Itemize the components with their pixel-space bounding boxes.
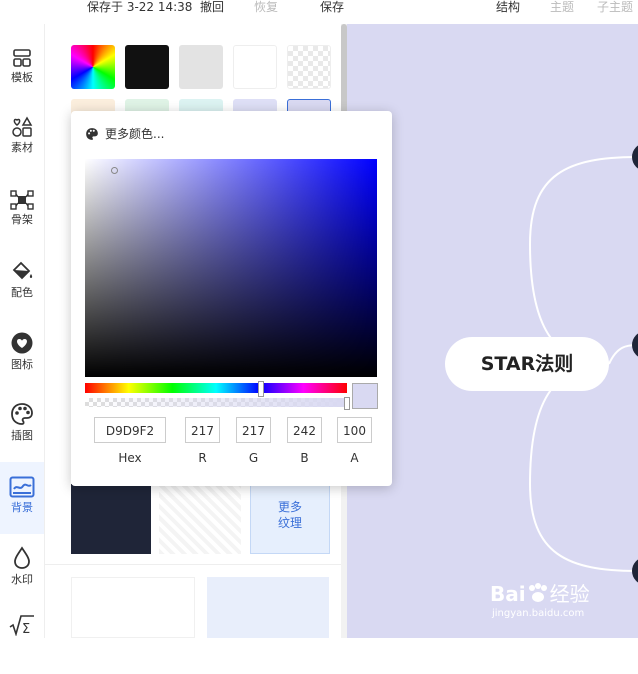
swatch-gray[interactable]	[179, 45, 223, 89]
swatch-rainbow[interactable]	[71, 45, 115, 89]
alpha-slider-thumb[interactable]	[344, 397, 350, 410]
a-input[interactable]: 100	[337, 417, 372, 443]
g-input[interactable]: 217	[236, 417, 271, 443]
paint-bucket-icon	[12, 261, 33, 280]
illustration-card-2[interactable]	[207, 577, 329, 638]
more-texture-button[interactable]: 更多 纹理	[250, 484, 330, 554]
illustration-card-1[interactable]	[71, 577, 195, 638]
shapes-icon	[12, 116, 33, 137]
r-input[interactable]: 217	[185, 417, 220, 443]
sidebar-item-label: 骨架	[11, 213, 33, 226]
palette-icon	[11, 403, 33, 425]
save-status: 保存于 3-22 14:38	[87, 0, 193, 14]
sidebar-item-template[interactable]: 模板	[0, 42, 44, 106]
r-label: R	[198, 451, 207, 465]
sidebar-item-label: 模板	[11, 71, 33, 84]
sidebar-item-skeleton[interactable]: 骨架	[0, 186, 44, 250]
sidebar-item-label: 图标	[11, 358, 33, 371]
sidebar-item-label: 插图	[11, 429, 33, 442]
hue-slider[interactable]	[85, 383, 347, 393]
palette-icon	[86, 128, 98, 140]
sidebar-item-illustration[interactable]: 插图	[0, 400, 44, 464]
sidebar-item-label: 配色	[11, 286, 33, 299]
hex-input[interactable]: D9D9F2	[94, 417, 166, 443]
b-label: B	[300, 451, 309, 465]
hue-slider-thumb[interactable]	[257, 381, 264, 397]
saturation-value-area[interactable]	[85, 159, 377, 377]
skeleton-icon	[10, 190, 34, 210]
subtheme-button[interactable]: 子主题	[597, 0, 633, 15]
svg-text:Σ: Σ	[22, 622, 30, 636]
theme-button[interactable]: 主题	[550, 0, 574, 15]
a-label: A	[350, 451, 359, 465]
save-button[interactable]: 保存	[320, 0, 344, 15]
sidebar-item-watermark[interactable]: 水印	[0, 544, 44, 608]
b-input[interactable]: 242	[287, 417, 322, 443]
sidebar-item-icons[interactable]: 图标	[0, 329, 44, 393]
watermark-brand: Bai 经验	[490, 582, 590, 606]
g-label: G	[248, 451, 259, 465]
redo-button[interactable]: 恢复	[254, 0, 278, 15]
paw-icon	[526, 582, 550, 602]
sidebar-item-formula[interactable]: Σ	[0, 610, 44, 674]
drop-icon	[14, 546, 30, 569]
texture-dark[interactable]	[71, 484, 151, 554]
formula-icon: Σ	[9, 615, 34, 636]
template-icon	[13, 49, 31, 67]
structure-button[interactable]: 结构	[496, 0, 520, 15]
alpha-slider[interactable]	[85, 398, 347, 407]
sidebar-item-material[interactable]: 素材	[0, 114, 44, 178]
heart-icon	[11, 332, 33, 354]
hex-label: Hex	[118, 451, 142, 465]
sidebar-item-color-scheme[interactable]: 配色	[0, 257, 44, 321]
undo-button[interactable]: 撤回	[200, 0, 224, 15]
root-node[interactable]: STAR法则	[445, 337, 609, 391]
sidebar-item-label: 背景	[11, 501, 33, 514]
left-sidebar: 模板 素材 骨架 配色 图标 插图 背景 水印 Σ	[0, 24, 45, 638]
swatch-white[interactable]	[233, 45, 277, 89]
swatch-transparent[interactable]	[287, 45, 331, 89]
sidebar-item-label: 水印	[11, 573, 33, 586]
background-icon	[9, 476, 35, 498]
texture-weave[interactable]	[159, 484, 241, 554]
color-preview	[352, 383, 378, 409]
top-toolbar: 保存于 3-22 14:38 撤回 恢复 保存 结构 主题 子主题	[0, 0, 638, 25]
divider	[45, 564, 341, 565]
more-colors-label: 更多颜色...	[105, 127, 165, 141]
swatch-black[interactable]	[125, 45, 169, 89]
watermark-url: jingyan.baidu.com	[492, 608, 585, 619]
sidebar-item-background[interactable]: 背景	[0, 462, 44, 534]
more-colors-header[interactable]: 更多颜色...	[85, 125, 164, 142]
color-picker-popover: 更多颜色... D9D9F2 217 217 242 100 Hex R G B…	[71, 111, 392, 486]
sidebar-item-label: 素材	[11, 141, 33, 154]
